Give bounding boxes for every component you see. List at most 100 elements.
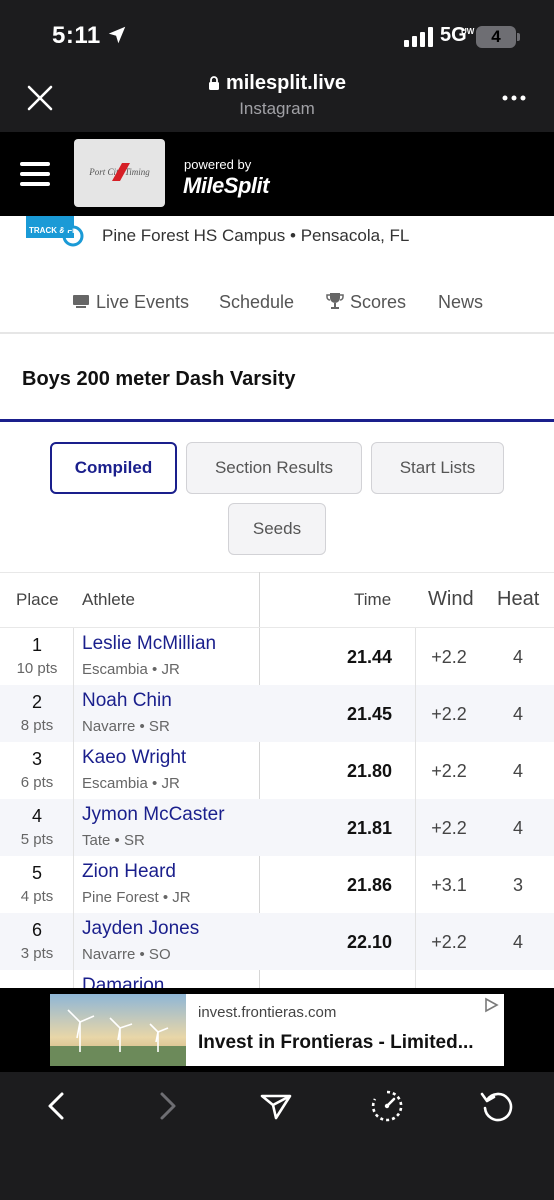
meet-location: Pine Forest HS Campus • Pensacola, FL bbox=[102, 226, 410, 245]
battery-nub bbox=[517, 33, 520, 41]
athlete-team-grade: Escambia • JR bbox=[82, 661, 180, 678]
powered-by-label: powered by bbox=[184, 157, 252, 172]
result-time: 21.44 bbox=[346, 647, 392, 667]
result-heat: 4 bbox=[512, 761, 523, 781]
place-points: 8 pts bbox=[20, 717, 54, 734]
page-content: TRACK & FIELD Pine Forest HS Campus • Pe… bbox=[0, 216, 554, 988]
battery-icon: 4 bbox=[476, 26, 516, 48]
meet-nav-tabs: Live Events Schedule Scores News bbox=[0, 292, 554, 316]
place-points: 3 pts bbox=[20, 945, 54, 962]
place-number: 3 bbox=[31, 749, 42, 769]
place-number: 1 bbox=[31, 635, 42, 655]
trophy-icon bbox=[326, 293, 344, 309]
place-number: 6 bbox=[31, 920, 42, 940]
place-number: 2 bbox=[31, 692, 42, 712]
event-title: Boys 200 meter Dash Varsity bbox=[22, 368, 296, 390]
athlete-name-link[interactable]: Jymon McCaster bbox=[82, 804, 225, 826]
cell-separator bbox=[73, 970, 74, 988]
back-icon[interactable] bbox=[38, 1088, 74, 1124]
browser-source: Instagram bbox=[239, 99, 315, 118]
athlete-name-link[interactable]: Leslie McMillian bbox=[82, 633, 216, 655]
ad-bar: invest.frontieras.com Invest in Frontier… bbox=[0, 988, 554, 1072]
result-time: 21.80 bbox=[346, 761, 392, 781]
seeds-button[interactable]: Seeds bbox=[228, 503, 326, 555]
table-row[interactable]: 5 4 pts Zion Heard Pine Forest • JR 21.8… bbox=[0, 856, 554, 913]
url-text: milesplit.live bbox=[225, 72, 347, 94]
in-app-browser-header: milesplit.live Instagram bbox=[0, 70, 554, 132]
hamburger-menu-icon[interactable] bbox=[20, 162, 50, 186]
place-number: 5 bbox=[31, 863, 42, 883]
athlete-name-link[interactable]: Noah Chin bbox=[82, 690, 172, 712]
live-icon bbox=[73, 295, 89, 308]
athlete-name-link[interactable]: Damarion bbox=[82, 975, 164, 988]
section-results-button[interactable]: Section Results bbox=[186, 442, 362, 494]
result-wind: +2.2 bbox=[431, 761, 467, 781]
header-heat: Heat bbox=[497, 588, 540, 610]
header-wind: Wind bbox=[428, 588, 474, 610]
athlete-team-grade: Navarre • SR bbox=[82, 718, 170, 735]
cellular-signal-icon bbox=[404, 27, 433, 47]
table-top-border bbox=[0, 572, 554, 573]
result-time: 21.81 bbox=[346, 818, 392, 838]
reload-icon[interactable] bbox=[479, 1088, 515, 1124]
lock-icon bbox=[208, 76, 219, 90]
result-wind: +2.2 bbox=[431, 647, 467, 667]
place-number: 4 bbox=[31, 806, 42, 826]
browser-toolbar bbox=[0, 1072, 554, 1200]
header-time: Time bbox=[354, 590, 392, 609]
result-heat: 4 bbox=[512, 932, 523, 952]
result-time: 21.45 bbox=[346, 704, 392, 724]
tab-label: Schedule bbox=[219, 292, 295, 312]
result-heat: 3 bbox=[512, 875, 523, 895]
table-row[interactable]: Damarion bbox=[0, 970, 554, 988]
result-time: 21.86 bbox=[346, 875, 392, 895]
table-row[interactable]: 1 10 pts Leslie McMillian Escambia • JR … bbox=[0, 628, 554, 685]
status-time: 5:11 bbox=[52, 22, 101, 49]
tab-label: Scores bbox=[350, 292, 407, 312]
share-icon[interactable] bbox=[258, 1088, 294, 1124]
athlete-team-grade: Tate • SR bbox=[82, 832, 145, 849]
location-arrow-icon bbox=[108, 26, 126, 44]
athlete-name-link[interactable]: Zion Heard bbox=[82, 861, 176, 883]
table-row[interactable]: 3 6 pts Kaeo Wright Escambia • JR 21.80 … bbox=[0, 742, 554, 799]
header-place: Place bbox=[16, 590, 59, 609]
athlete-name-link[interactable]: Kaeo Wright bbox=[82, 747, 186, 769]
ad-domain: invest.frontieras.com bbox=[198, 1004, 337, 1021]
athlete-team-grade: Escambia • JR bbox=[82, 775, 180, 792]
place-points: 10 pts bbox=[16, 660, 58, 677]
place-points: 6 pts bbox=[20, 774, 54, 791]
tab-news[interactable]: News bbox=[438, 292, 483, 313]
tab-label: News bbox=[438, 292, 484, 312]
start-lists-button[interactable]: Start Lists bbox=[371, 442, 504, 494]
athlete-team-grade: Pine Forest • JR bbox=[82, 889, 191, 906]
result-wind: +2.2 bbox=[431, 704, 467, 724]
cell-separator bbox=[415, 970, 416, 988]
event-title-rule bbox=[0, 419, 554, 422]
meet-logo[interactable]: TRACK & FIELD bbox=[26, 216, 84, 252]
status-bar: 5:11 5G UW 4 bbox=[0, 0, 554, 70]
table-row[interactable]: 6 3 pts Jayden Jones Navarre • SO 22.10 … bbox=[0, 913, 554, 970]
table-row[interactable]: 4 5 pts Jymon McCaster Tate • SR 21.81 +… bbox=[0, 799, 554, 856]
result-wind: +2.2 bbox=[431, 932, 467, 952]
milesplit-logo[interactable]: MileSplit bbox=[183, 173, 269, 199]
athlete-team-grade: Navarre • SO bbox=[82, 946, 171, 963]
speedometer-icon[interactable] bbox=[369, 1088, 405, 1124]
athlete-name-link[interactable]: Jayden Jones bbox=[82, 918, 199, 940]
more-options-icon[interactable] bbox=[500, 88, 528, 108]
result-wind: +2.2 bbox=[431, 818, 467, 838]
compiled-button[interactable]: Compiled bbox=[50, 442, 177, 494]
ad-banner[interactable]: invest.frontieras.com Invest in Frontier… bbox=[50, 994, 504, 1066]
tab-schedule[interactable]: Schedule bbox=[219, 292, 294, 313]
adchoices-icon[interactable] bbox=[483, 997, 499, 1013]
result-heat: 4 bbox=[512, 704, 523, 724]
tab-label: Live Events bbox=[96, 292, 190, 312]
result-heat: 4 bbox=[512, 818, 523, 838]
forward-icon[interactable] bbox=[150, 1088, 186, 1124]
tab-live-events[interactable]: Live Events bbox=[72, 292, 189, 313]
ad-image bbox=[50, 994, 186, 1066]
divider bbox=[0, 332, 554, 334]
timer-logo[interactable]: Port City Timing bbox=[74, 139, 165, 207]
table-row[interactable]: 2 8 pts Noah Chin Navarre • SR 21.45 +2.… bbox=[0, 685, 554, 742]
tab-scores[interactable]: Scores bbox=[326, 292, 406, 313]
ad-headline: Invest in Frontieras - Limited... bbox=[198, 1032, 474, 1053]
